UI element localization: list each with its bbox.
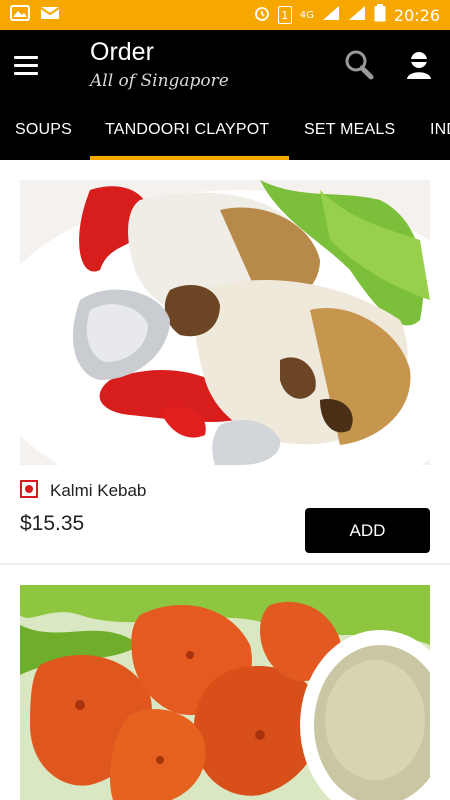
tab-set-meals[interactable]: SET MEALS	[304, 100, 395, 160]
status-bar: 1 4G 20:26	[0, 0, 450, 30]
clock: 20:26	[393, 5, 440, 25]
grilled-chicken-image	[20, 180, 430, 465]
mail-icon	[40, 5, 60, 25]
non-veg-mark-icon	[20, 480, 38, 498]
add-button[interactable]: ADD	[305, 508, 430, 553]
signal-icon	[322, 5, 340, 25]
menu-icon[interactable]	[14, 50, 44, 80]
page-title: Order	[90, 38, 154, 66]
tab-tandoori-claypot[interactable]: TANDOORI CLAYPOT	[90, 100, 289, 160]
item-name: Kalmi Kebab	[50, 481, 147, 500]
menu-item-card: Kalmi Kebab $15.35 ADD	[0, 160, 450, 563]
category-tabs: SOUPS TANDOORI CLAYPOT SET MEALS INDIAN	[0, 100, 450, 160]
sim-icon: 1	[277, 6, 292, 24]
gallery-icon	[10, 5, 30, 25]
app-bar: Order All of Singapore	[0, 30, 450, 100]
menu-items-list[interactable]: Kalmi Kebab $15.35 ADD	[0, 160, 450, 800]
tab-indian[interactable]: INDIAN	[430, 100, 450, 160]
chicken-tikka-image	[20, 585, 430, 800]
tab-soups[interactable]: SOUPS	[15, 100, 72, 160]
menu-item-card	[0, 565, 450, 800]
signal-icon	[348, 5, 366, 25]
location-subtitle[interactable]: All of Singapore	[90, 71, 229, 91]
item-price: $15.35	[20, 512, 85, 535]
battery-icon	[374, 4, 386, 26]
alarm-icon	[254, 5, 270, 25]
search-icon[interactable]	[342, 48, 376, 82]
profile-icon[interactable]	[402, 48, 436, 82]
network-type-label: 4G	[299, 9, 314, 21]
